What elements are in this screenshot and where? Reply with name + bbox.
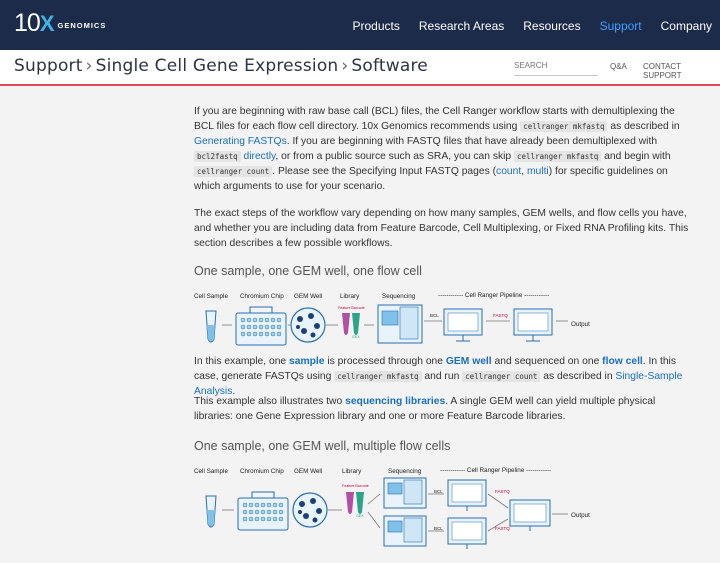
section-heading-multiple-flow-cells: One sample, one GEM well, multiple flow … [194, 439, 451, 453]
tube-liquid [207, 325, 215, 342]
top-navigation: 10 X GENOMICS Products Research Areas Re… [0, 0, 720, 50]
code-cellranger-mkfastq: cellranger mkfastq [334, 371, 422, 382]
libraries-paragraph: This example also illustrates two sequen… [194, 396, 656, 422]
10x-genomics-logo[interactable]: 10 X GENOMICS [14, 9, 107, 37]
diagram-graphics [205, 477, 568, 549]
qa-link[interactable]: Q&A [610, 62, 627, 71]
logo-x: X [39, 11, 55, 36]
breadcrumb: Support › Single Cell Gene Expression › Soft… [14, 56, 428, 76]
code-bcl2fastq: bcl2fastq [194, 151, 241, 162]
section-heading-one-flow-cell: One sample, one GEM well, one flow cell [194, 264, 422, 278]
code-cellranger-count: cellranger count [194, 166, 273, 177]
library-tube-feature-icon [342, 313, 350, 335]
breadcrumb-support[interactable]: Support [14, 56, 83, 76]
multi-link[interactable]: multi [527, 166, 549, 177]
count-link[interactable]: count [496, 166, 521, 177]
code-cellranger-count: cellranger count [462, 371, 541, 382]
gem-well-icon [292, 492, 328, 528]
intro-paragraph: If you are beginning with raw base call … [194, 106, 680, 192]
code-cellranger-mkfastq: cellranger mkfastq [514, 151, 602, 162]
workflow-diagram-one-flow-cell: Cell Sample Chromium Chip GEM Well Libra… [194, 289, 614, 351]
nav-products[interactable]: Products [353, 19, 400, 33]
main-content-area: If you are beginning with raw base call … [0, 86, 720, 563]
breadcrumb-separator: › [341, 56, 349, 76]
workflow-paragraph: The exact steps of the workflow vary dep… [194, 208, 689, 249]
nav-support[interactable]: Support [600, 19, 642, 33]
workflow-diagram-multiple-flow-cells: Cell Sample Chromium Chip GEM Well Libra… [194, 464, 614, 556]
code-cellranger-mkfastq: cellranger mkfastq [520, 121, 608, 132]
breadcrumb-software[interactable]: Software [351, 56, 428, 76]
library-tube-gex-icon [352, 313, 360, 335]
nav-company[interactable]: Company [661, 19, 712, 33]
nav-research-areas[interactable]: Research Areas [419, 19, 504, 33]
diagram-graphics [205, 304, 568, 346]
gem-well-link[interactable]: GEM well [446, 356, 492, 367]
flow-cell-link[interactable]: flow cell [602, 356, 643, 367]
generating-fastqs-link[interactable]: Generating FASTQs [194, 136, 287, 147]
logo-wordmark: GENOMICS [57, 21, 107, 30]
nav-resources[interactable]: Resources [523, 19, 580, 33]
directly-link[interactable]: directly [244, 151, 276, 162]
library-tube-gex-icon [356, 492, 364, 514]
sample-link[interactable]: sample [289, 356, 325, 367]
chip-handle [249, 306, 273, 314]
breadcrumb-single-cell-gene-expression[interactable]: Single Cell Gene Expression [96, 56, 339, 76]
breadcrumb-separator: › [85, 56, 93, 76]
example-paragraph: In this example, one sample is processed… [194, 356, 683, 397]
contact-support-link[interactable]: CONTACT SUPPORT [643, 62, 720, 80]
logo-number: 10 [14, 9, 41, 37]
chip-wells [240, 317, 282, 337]
sub-navigation: Support › Single Cell Gene Expression › Soft… [0, 50, 720, 86]
search-input[interactable]: SEARCH [514, 59, 598, 76]
main-menu: Products Research Areas Resources Suppor… [334, 19, 713, 33]
sequencing-libraries-link[interactable]: sequencing libraries [345, 396, 445, 407]
library-tube-feature-icon [346, 492, 354, 514]
gem-well-icon [290, 307, 326, 343]
